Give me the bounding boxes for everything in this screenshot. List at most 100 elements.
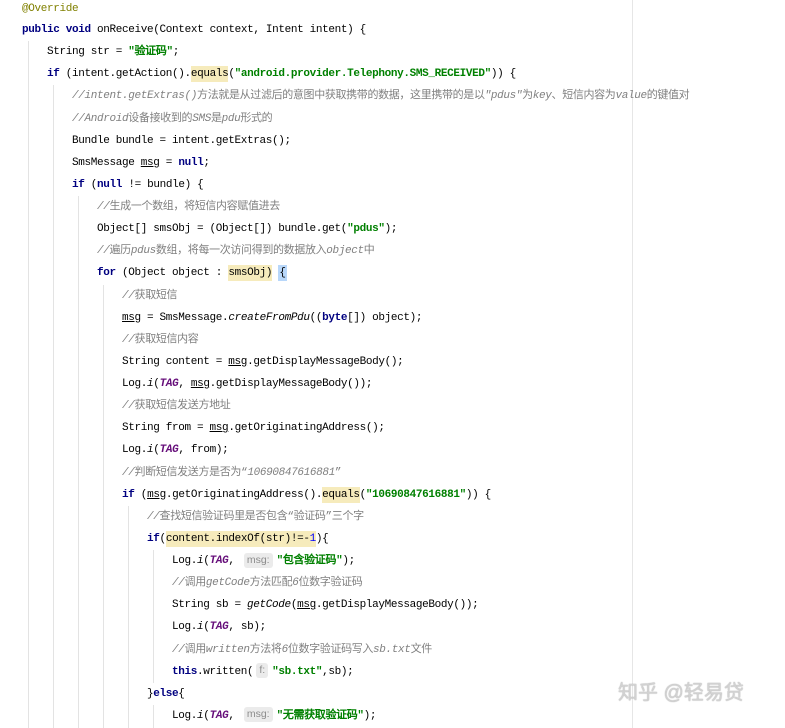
code-line[interactable]: Log.i(TAG, msg: "无需获取验证码");: [22, 705, 785, 727]
keyword-token: if: [47, 68, 60, 81]
code-line[interactable]: @Override: [22, 0, 785, 19]
keyword-token: if: [122, 488, 135, 501]
keyword-token: void: [65, 24, 91, 36]
comment-text: 文件: [410, 643, 433, 656]
keyword-token: this: [172, 665, 198, 678]
code-line[interactable]: this.written(f: "sb.txt",sb);: [22, 661, 785, 683]
code-text: .getDisplayMessageBody());: [209, 378, 373, 390]
code-line[interactable]: Log.i(TAG, from);: [22, 439, 785, 461]
warning-highlight: content.indexOf(str)!=-: [165, 530, 310, 547]
keyword-token: null: [178, 156, 204, 169]
code-text: )) {: [490, 68, 516, 81]
code-line[interactable]: String from = msg.getOriginatingAddress(…: [22, 417, 785, 439]
keyword-token: for: [97, 267, 116, 280]
reassigned-variable-token: msg: [190, 378, 210, 390]
code-line[interactable]: //生成一个数组，将短信内容赋值进去: [22, 196, 785, 218]
code-text: []) object);: [347, 311, 423, 324]
code-text: Object[] smsObj = (Object[]) bundle.get(: [22, 223, 348, 236]
code-text: }: [22, 687, 154, 700]
code-text: String content =: [22, 355, 229, 368]
keyword-token: null: [97, 178, 123, 191]
comment-text: 查找短信验证码里是否包含“验证码”三个字: [159, 510, 365, 523]
code-text: Log.: [22, 621, 198, 634]
comment-text: //: [122, 400, 135, 413]
code-line[interactable]: //查找短信验证码里是否包含“验证码”三个字: [22, 506, 785, 528]
keyword-token: public: [22, 24, 60, 36]
string-literal: "android.provider.Telephony.SMS_RECEIVED…: [234, 68, 492, 81]
keyword-token: else: [153, 687, 179, 700]
code-text: ,sb);: [322, 665, 354, 678]
string-literal: "sb.txt": [272, 665, 323, 678]
reassigned-variable-token: msg: [228, 355, 248, 368]
code-line[interactable]: for (Object object : smsObj) {: [22, 262, 785, 284]
comment-text: //: [122, 333, 135, 346]
code-text-area[interactable]: @Override public void onReceive(Context c…: [22, 0, 785, 728]
code-text: Log.: [22, 555, 198, 567]
code-line[interactable]: msg = SmsMessage.createFromPdu((byte[]) …: [22, 307, 785, 329]
code-line[interactable]: Bundle bundle = intent.getExtras();: [22, 130, 785, 152]
code-line[interactable]: //判断短信发送方是否为“10690847616881”: [22, 462, 785, 484]
code-line[interactable]: public void onReceive(Context context, I…: [22, 19, 785, 41]
code-line[interactable]: if (msg.getOriginatingAddress().equals("…: [22, 484, 785, 506]
code-text: );: [384, 223, 398, 236]
code-text: ,: [228, 555, 241, 567]
comment-text: 获取短信发送方地址: [134, 400, 231, 413]
comment-text: ”: [334, 466, 342, 479]
code-line[interactable]: //获取短信内容: [22, 329, 785, 351]
code-line[interactable]: String str = "验证码";: [22, 41, 785, 63]
code-line[interactable]: Log.i(TAG, sb);: [22, 616, 785, 638]
code-line[interactable]: //获取短信: [22, 285, 785, 307]
code-text: (: [134, 488, 148, 501]
comment-text: 设备接收到的: [128, 112, 193, 125]
code-line[interactable]: Log.i(TAG, msg.getDisplayMessageBody());: [22, 373, 785, 395]
code-line[interactable]: //Android设备接收到的SMS是pdu形式的: [22, 108, 785, 130]
comment-text: 的键值对: [646, 90, 690, 103]
code-editor[interactable]: @Override public void onReceive(Context c…: [0, 0, 785, 728]
comment-text: value: [615, 90, 647, 103]
comment-text: 位数字验证码: [298, 577, 363, 590]
comment-text: 获取短信内容: [134, 333, 199, 346]
code-line[interactable]: if (null != bundle) {: [22, 174, 785, 196]
reassigned-variable-token: msg: [209, 422, 229, 435]
code-text: .getDisplayMessageBody();: [247, 355, 404, 368]
reassigned-variable-token: msg: [147, 488, 166, 501]
comment-text: written: [205, 643, 250, 656]
keyword-token: if: [147, 532, 160, 545]
comment-text: object: [326, 245, 364, 258]
code-line[interactable]: //调用written方法将6位数字验证码写入sb.txt文件: [22, 639, 785, 661]
constant-field-token: TAG: [159, 378, 179, 390]
comment-text: 获取短信: [134, 289, 178, 302]
comment-text: //: [97, 245, 110, 258]
code-line[interactable]: //获取短信发送方地址: [22, 395, 785, 417]
code-line[interactable]: //调用getCode方法匹配6位数字验证码: [22, 572, 785, 594]
code-line[interactable]: if(content.indexOf(str)!=-1){: [22, 528, 785, 550]
code-line[interactable]: String content = msg.getDisplayMessageBo…: [22, 351, 785, 373]
comment-text: SMS: [192, 112, 211, 125]
comment-text: sb.txt: [373, 643, 411, 656]
code-line[interactable]: //遍历pdus数组，将每一次访问得到的数据放入object中: [22, 240, 785, 262]
code-line[interactable]: //intent.getExtras()方法就是从过滤后的意图中获取携带的数据，…: [22, 85, 785, 107]
comment-text: key: [532, 90, 552, 103]
code-text: (: [84, 178, 98, 191]
code-text: Log.: [22, 709, 198, 722]
code-line[interactable]: Log.i(TAG, msg: "包含验证码");: [22, 550, 785, 572]
code-text: ;: [172, 46, 180, 59]
code-line[interactable]: if (intent.getAction().equals("android.p…: [22, 63, 785, 85]
code-text: ){: [315, 532, 329, 545]
comment-text: 为: [522, 90, 533, 103]
code-line[interactable]: String sb = getCode(msg.getDisplayMessag…: [22, 594, 785, 616]
code-line[interactable]: SmsMessage msg = null;: [22, 152, 785, 174]
code-line[interactable]: Object[] smsObj = (Object[]) bundle.get(…: [22, 218, 785, 240]
comment-text: //: [122, 466, 135, 479]
code-text: .written(: [197, 665, 254, 678]
code-text: Log.: [22, 444, 148, 457]
